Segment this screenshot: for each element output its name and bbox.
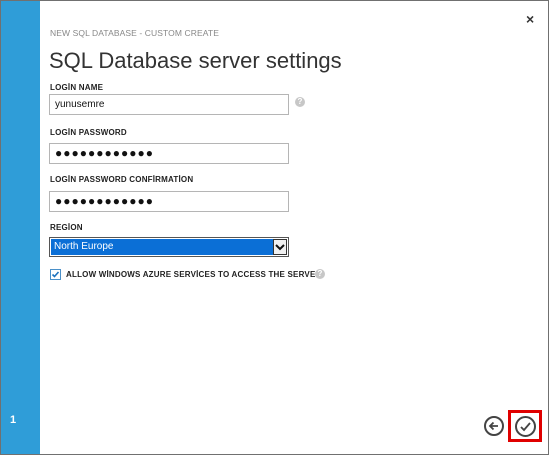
dialog-window: 1 × NEW SQL DATABASE - CUSTOM CREATE SQL…	[0, 0, 549, 455]
chevron-down-icon[interactable]	[273, 239, 287, 255]
region-selected-value: North Europe	[51, 239, 273, 255]
step-bar: 1	[1, 1, 40, 454]
complete-button[interactable]	[508, 410, 542, 442]
close-icon[interactable]: ×	[526, 11, 534, 27]
step-number: 1	[10, 414, 17, 426]
region-select[interactable]: North Europe	[49, 237, 289, 257]
login-name-label: LOGİN NAME	[50, 83, 104, 92]
allow-azure-label: ALLOW WİNDOWS AZURE SERVİCES TO ACCESS T…	[66, 270, 322, 279]
question-icon[interactable]: ?	[315, 269, 325, 279]
checkmark-icon	[515, 416, 536, 437]
region-label: REGİON	[50, 223, 83, 232]
confirm-password-label: LOGİN PASSWORD CONFİRMATİON	[50, 175, 194, 184]
confirm-password-input[interactable]: ●●●●●●●●●●●●	[49, 191, 289, 212]
login-name-input[interactable]: yunusemre	[49, 94, 289, 115]
login-password-label: LOGİN PASSWORD	[50, 128, 127, 137]
allow-azure-checkbox[interactable]	[50, 269, 61, 280]
question-icon[interactable]: ?	[295, 97, 305, 107]
dialog-title: SQL Database server settings	[49, 48, 342, 73]
dialog-subtitle: NEW SQL DATABASE - CUSTOM CREATE	[50, 28, 219, 38]
back-arrow-icon	[488, 421, 498, 431]
back-button[interactable]	[484, 416, 504, 436]
login-password-input[interactable]: ●●●●●●●●●●●●	[49, 143, 289, 164]
